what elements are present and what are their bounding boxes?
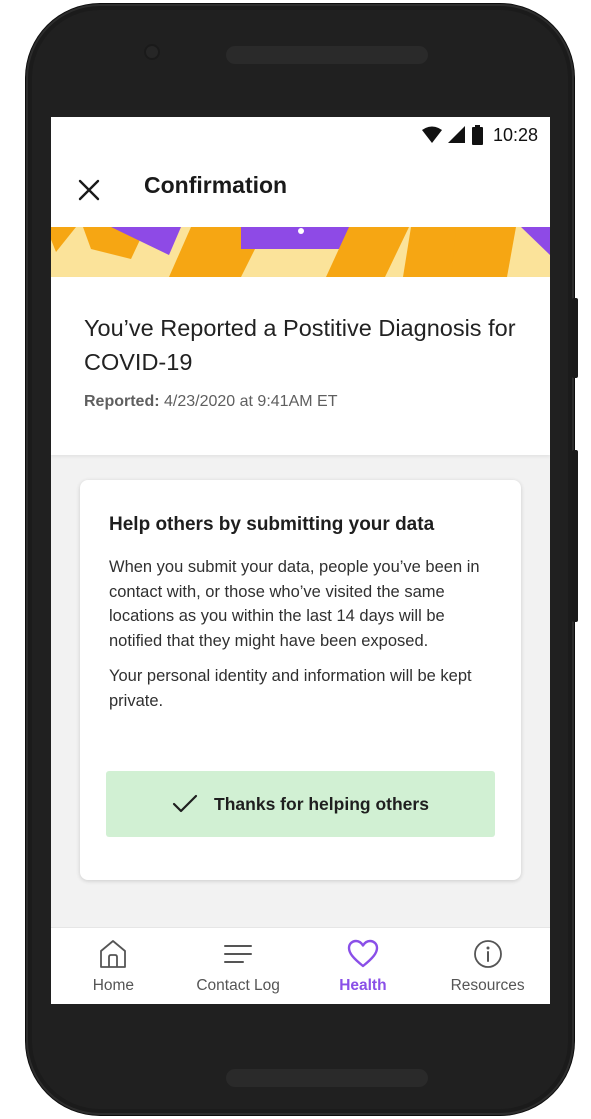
nav-label-resources: Resources: [450, 977, 525, 994]
thanks-label: Thanks for helping others: [214, 793, 429, 814]
card-paragraph-privacy: Your personal identity and information w…: [109, 667, 472, 710]
cell-signal-icon: [447, 126, 465, 143]
nav-item-contact-log[interactable]: Contact Log: [176, 928, 301, 1004]
status-icons: 10:28: [421, 123, 538, 147]
bottom-navigation: Home Contact Log Health Resources: [51, 927, 550, 1004]
front-camera: [144, 44, 160, 60]
info-icon: [473, 940, 502, 968]
decorative-banner: [51, 227, 550, 277]
reported-value: 4/23/2020 at 9:41AM ET: [164, 393, 338, 410]
card-paragraph-notification: When you submit your data, people you’ve…: [109, 558, 480, 650]
status-bar: 10:28: [51, 117, 550, 152]
nav-label-home: Home: [92, 977, 135, 994]
volume-button: [572, 450, 578, 622]
report-title: You’ve Reported a Postitive Diagnosis fo…: [84, 315, 516, 375]
power-button: [572, 298, 578, 378]
reported-label: Reported:: [84, 393, 160, 410]
reported-date: Reported: 4/23/2020 at 9:41AM ET: [84, 393, 337, 411]
close-icon[interactable]: [75, 176, 103, 204]
report-header: You’ve Reported a Postitive Diagnosis fo…: [51, 277, 550, 455]
checkmark-icon: [172, 794, 198, 813]
nav-item-health[interactable]: Health: [301, 928, 426, 1004]
heart-icon: [347, 939, 379, 968]
wifi-icon: [421, 126, 442, 143]
battery-icon: [471, 125, 483, 145]
nav-item-home[interactable]: Home: [51, 928, 176, 1004]
thanks-confirmation-button[interactable]: Thanks for helping others: [106, 771, 495, 837]
list-icon: [224, 945, 253, 963]
submit-data-card: Help others by submitting your data When…: [80, 480, 521, 880]
card-body: When you submit your data, people you’ve…: [109, 555, 499, 724]
home-icon: [100, 940, 127, 968]
earpiece-speaker: [226, 46, 428, 64]
page-title: Confirmation: [144, 172, 288, 198]
nav-item-resources[interactable]: Resources: [425, 928, 550, 1004]
status-time: 10:28: [492, 124, 538, 145]
nav-label-contact-log: Contact Log: [196, 977, 280, 994]
nav-label-health: Health: [339, 977, 387, 994]
app-screen: 10:28 Confirmation You’ve Reported a Pos…: [51, 117, 550, 1004]
card-title: Help others by submitting your data: [109, 514, 435, 535]
bottom-speaker: [226, 1069, 428, 1087]
app-bar: Confirmation: [51, 152, 550, 227]
